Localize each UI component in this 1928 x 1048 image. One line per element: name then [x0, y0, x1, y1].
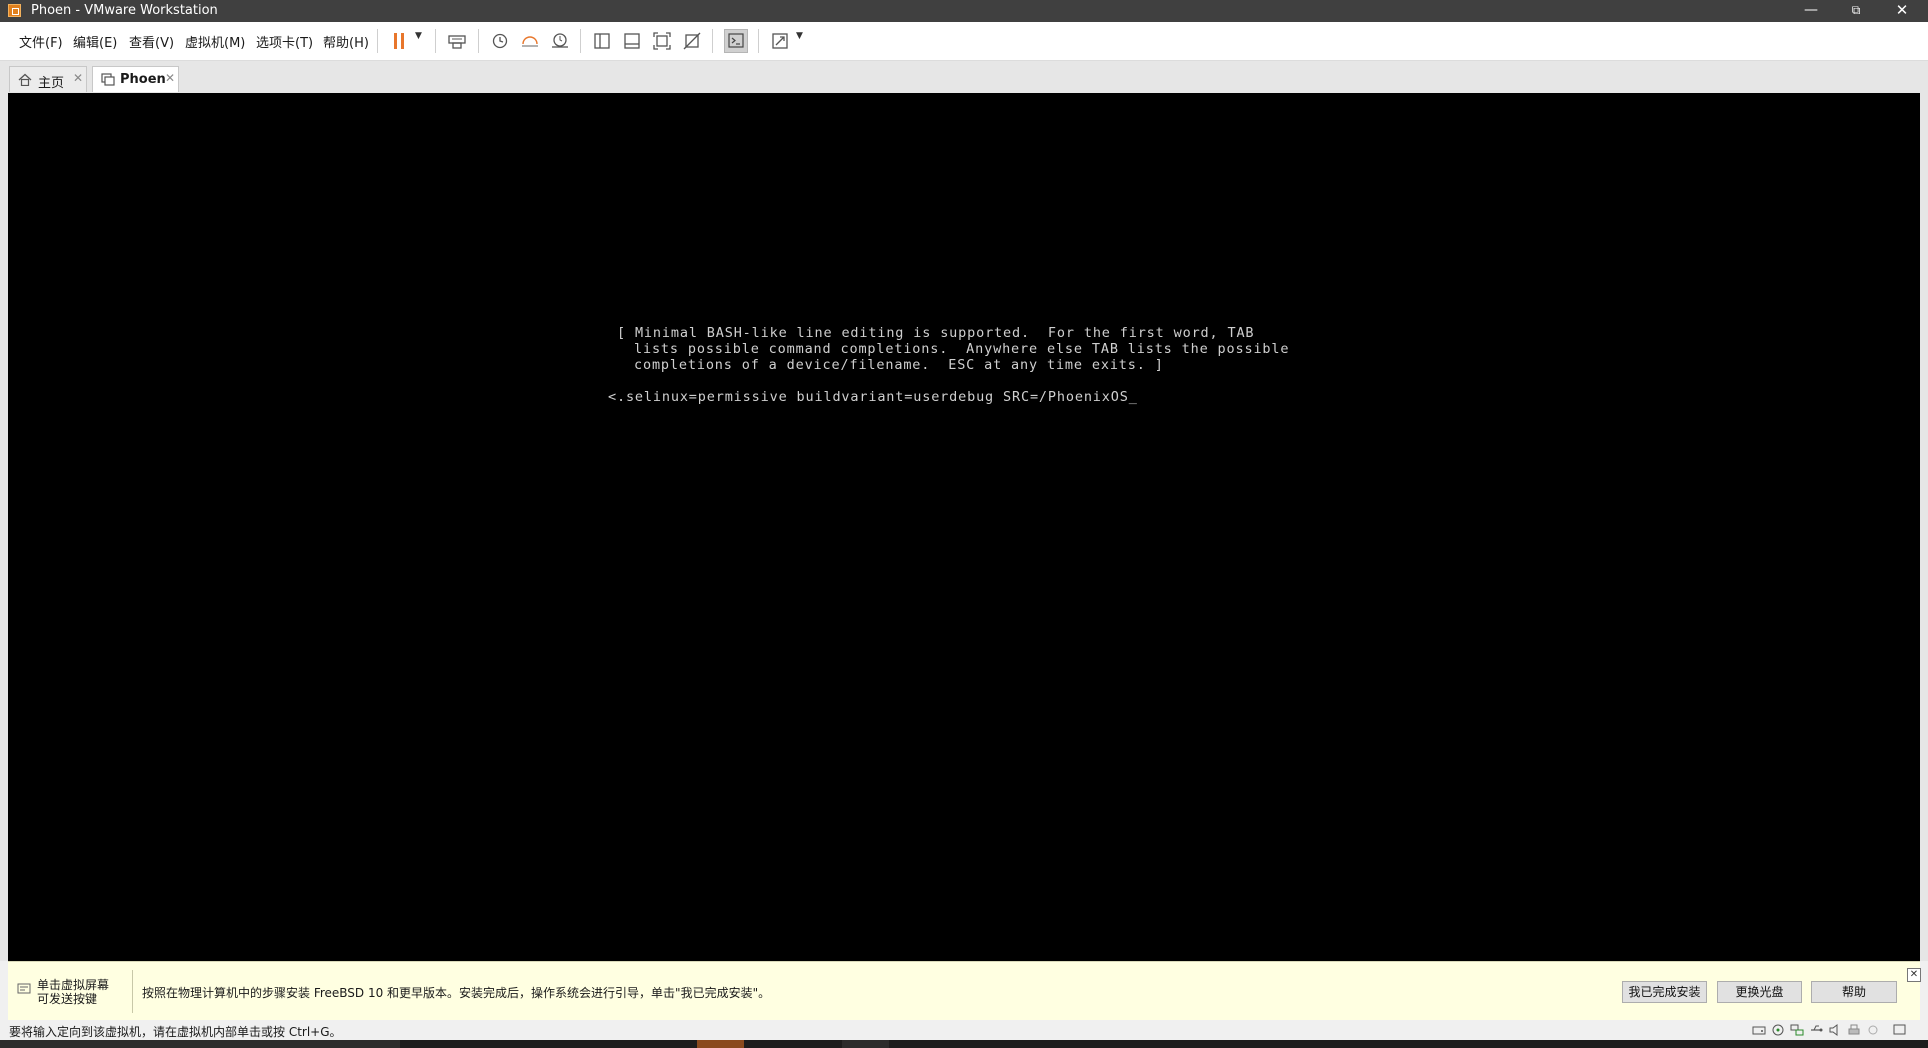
finished-install-button[interactable]: 我已完成安装	[1622, 981, 1707, 1003]
toolbar-divider	[580, 29, 581, 53]
hard-disk-icon[interactable]	[1752, 1024, 1766, 1036]
vm-icon	[101, 73, 115, 86]
minimize-icon[interactable]: —	[1789, 0, 1833, 22]
full-screen-icon[interactable]	[650, 29, 674, 53]
hint-close-icon[interactable]: ✕	[1907, 968, 1921, 982]
hint-divider	[132, 970, 133, 1013]
menu-view[interactable]: 查看(V)	[129, 32, 174, 51]
tab-home-close-icon[interactable]: ✕	[73, 71, 83, 85]
send-ctrl-alt-del-icon[interactable]	[445, 29, 469, 53]
menu-file[interactable]: 文件(F)	[19, 32, 63, 51]
tab-vm-label: Phoen	[120, 72, 166, 87]
click-screen-hint: 单击虚拟屏幕 可发送按键	[37, 978, 109, 1006]
close-icon[interactable]: ✕	[1880, 0, 1924, 22]
power-dropdown-icon[interactable]: ▼	[415, 31, 422, 41]
console-command-line: <.selinux=permissive buildvariant=userde…	[608, 389, 1138, 405]
console-view-icon[interactable]	[724, 29, 748, 53]
taskbar-item[interactable]	[0, 1040, 400, 1048]
menu-help[interactable]: 帮助(H)	[323, 32, 369, 51]
left-frame	[0, 61, 8, 961]
message-log-icon[interactable]	[1893, 1024, 1907, 1036]
unity-mode-icon[interactable]	[680, 29, 704, 53]
toolbar-divider	[377, 29, 378, 53]
library-view-icon[interactable]	[590, 29, 614, 53]
tab-vm-close-icon[interactable]: ✕	[165, 71, 175, 85]
tab-vm-phoen[interactable]: Phoen ✕	[92, 66, 179, 92]
network-adapter-icon[interactable]	[1790, 1024, 1804, 1036]
pause-icon[interactable]	[387, 29, 411, 53]
menu-vm[interactable]: 虚拟机(M)	[185, 32, 245, 51]
change-disc-button[interactable]: 更换光盘	[1717, 981, 1802, 1003]
printer-icon[interactable]	[1847, 1024, 1861, 1036]
title-bar: Phoen - VMware Workstation — ⧉ ✕	[0, 0, 1928, 22]
restore-icon[interactable]: ⧉	[1834, 0, 1878, 22]
click-screen-hint-line: 可发送按键	[37, 992, 98, 1006]
snapshot-icon[interactable]	[488, 29, 512, 53]
tab-home-label: 主页	[38, 76, 65, 91]
console-line: [ Minimal BASH-like line editing is supp…	[617, 325, 1255, 341]
revert-snapshot-icon[interactable]	[518, 29, 542, 53]
tab-strip: 主页 ✕ Phoen ✕	[0, 61, 1928, 94]
taskbar-item-vmware[interactable]	[697, 1040, 744, 1048]
display-icon[interactable]	[1866, 1024, 1880, 1036]
taskbar-item[interactable]	[842, 1040, 889, 1048]
toolbar-divider	[712, 29, 713, 53]
keyboard-hint-icon	[17, 983, 31, 994]
snapshot-manager-icon[interactable]	[548, 29, 572, 53]
sound-card-icon[interactable]	[1828, 1024, 1842, 1036]
vm-console-screen[interactable]: [ Minimal BASH-like line editing is supp…	[8, 93, 1920, 961]
menu-toolbar: 文件(F) 编辑(E) 查看(V) 虚拟机(M) 选项卡(T) 帮助(H) ▼ …	[0, 22, 1928, 61]
install-hint-message: 按照在物理计算机中的步骤安装 FreeBSD 10 和更早版本。安装完成后，操作…	[142, 986, 771, 1000]
stretch-guest-icon[interactable]	[768, 29, 792, 53]
toolbar-divider	[478, 29, 479, 53]
status-message: 要将输入定向到该虚拟机，请在虚拟机内部单击或按 Ctrl+G。	[9, 1025, 342, 1039]
click-screen-hint-line: 单击虚拟屏幕	[37, 978, 110, 992]
menu-tabs[interactable]: 选项卡(T)	[256, 32, 313, 51]
console-line: completions of a device/filename. ESC at…	[634, 357, 1164, 373]
toolbar-divider	[435, 29, 436, 53]
home-icon	[18, 73, 32, 86]
window-title: Phoen - VMware Workstation	[31, 3, 218, 18]
vmware-app-icon	[8, 4, 21, 17]
thumbnail-view-icon[interactable]	[620, 29, 644, 53]
stretch-dropdown-icon[interactable]: ▼	[796, 31, 803, 41]
toolbar-divider	[758, 29, 759, 53]
tab-home[interactable]: 主页 ✕	[9, 66, 87, 92]
usb-icon[interactable]	[1809, 1024, 1823, 1036]
status-bar: 要将输入定向到该虚拟机，请在虚拟机内部单击或按 Ctrl+G。	[0, 1020, 1928, 1040]
help-button[interactable]: 帮助	[1811, 981, 1897, 1003]
right-frame	[1920, 61, 1928, 961]
os-taskbar-strip	[0, 1040, 1928, 1048]
install-hint-bar: 单击虚拟屏幕 可发送按键 按照在物理计算机中的步骤安装 FreeBSD 10 和…	[8, 961, 1921, 1021]
cd-dvd-icon[interactable]	[1771, 1024, 1785, 1036]
console-line: lists possible command completions. Anyw…	[634, 341, 1290, 357]
menu-edit[interactable]: 编辑(E)	[73, 32, 117, 51]
